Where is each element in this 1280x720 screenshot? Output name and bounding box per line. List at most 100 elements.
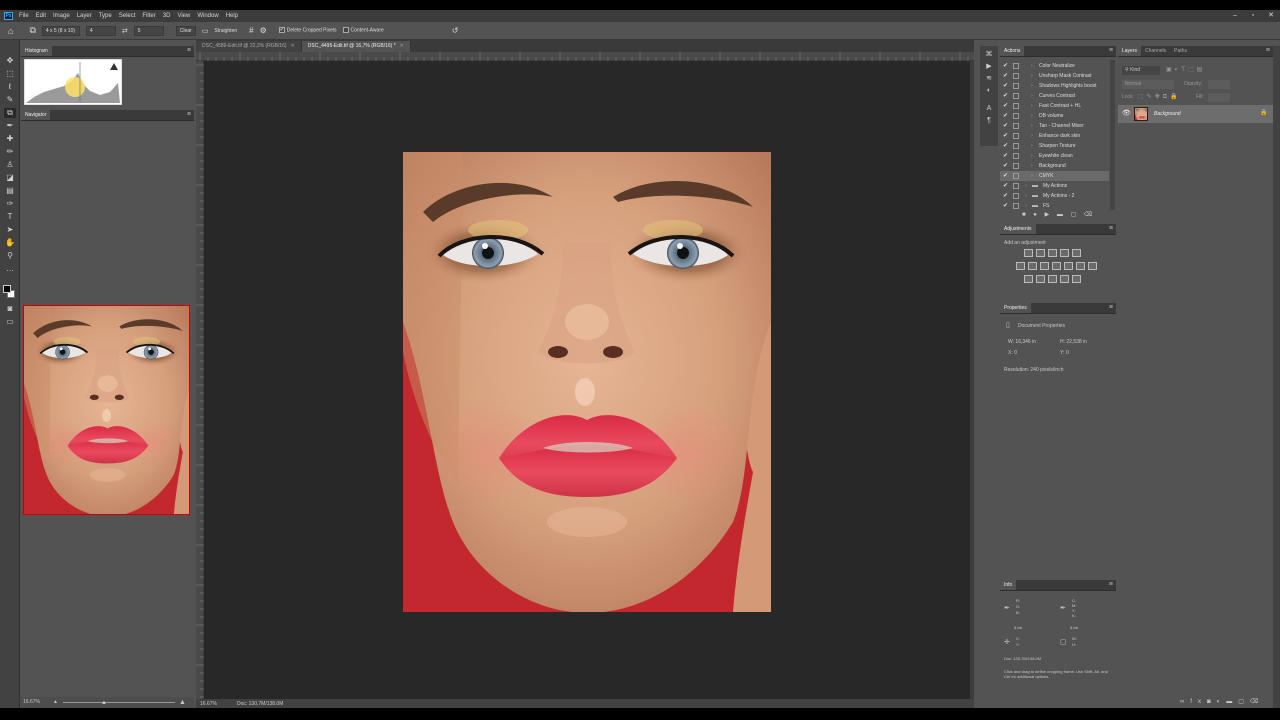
brush-tool-icon[interactable]: ✏ [4, 147, 16, 157]
action-item[interactable]: ✔ › CMYK [1000, 171, 1109, 181]
paragraph-icon[interactable]: ¶ [984, 116, 994, 126]
close-icon[interactable]: ✕ [400, 43, 404, 49]
zoom-out-icon[interactable]: ▲ [53, 697, 58, 708]
tab-paths[interactable]: Paths [1170, 46, 1191, 56]
expand-arrow-icon[interactable]: › [1025, 181, 1027, 191]
folder-icon[interactable]: ▬ [1057, 212, 1063, 218]
layer-filter-icons[interactable]: ▣◐T⬚▤ [1166, 66, 1205, 73]
maximize-icon[interactable]: ▫ [1246, 10, 1260, 22]
tab-properties[interactable]: Properties [1000, 303, 1031, 313]
dialog-toggle-icon[interactable] [1013, 123, 1019, 129]
trash-icon[interactable]: ⌫ [1250, 699, 1264, 705]
ratio-select[interactable]: 4 x 5 (8 x 10) [41, 25, 80, 36]
tab-layers[interactable]: Layers [1118, 46, 1142, 56]
tab-navigator[interactable]: Navigator [21, 110, 51, 120]
move-tool-icon[interactable]: ✥ [4, 56, 16, 66]
expand-arrow-icon[interactable]: › [1031, 131, 1033, 141]
tab-info[interactable]: Info [1000, 580, 1017, 590]
stop-icon[interactable]: ■ [1022, 212, 1026, 218]
checkmark-icon[interactable]: ✔ [1003, 181, 1008, 191]
checkmark-icon[interactable]: ✔ [1003, 111, 1008, 121]
status-zoom[interactable]: 16.67% [200, 701, 217, 707]
checkmark-icon[interactable]: ✔ [1003, 161, 1008, 171]
quick-mask-icon[interactable]: ◙ [4, 304, 16, 314]
menu-file[interactable]: File [19, 13, 29, 19]
panel-menu-icon[interactable]: ≡ [187, 47, 191, 55]
stamp-tool-icon[interactable]: ♙ [4, 160, 16, 170]
panel-menu-icon[interactable]: ≡ [1109, 47, 1113, 55]
new-layer-icon[interactable]: ▢ [1238, 699, 1250, 705]
dialog-toggle-icon[interactable] [1013, 163, 1019, 169]
menu-filter[interactable]: Filter [142, 13, 155, 19]
tab-channels[interactable]: Channels [1141, 46, 1170, 56]
checkmark-icon[interactable]: ✔ [1003, 101, 1008, 111]
expand-arrow-icon[interactable]: › [1031, 61, 1033, 71]
action-item[interactable]: ✔ › ▬ My Actions - 2 [1000, 191, 1109, 201]
dialog-toggle-icon[interactable] [1013, 203, 1019, 209]
layer-name[interactable]: Background [1154, 105, 1181, 123]
menu-help[interactable]: Help [226, 13, 238, 19]
fill-field[interactable] [1208, 93, 1230, 102]
play-icon[interactable]: ▶ [1045, 212, 1050, 218]
expand-arrow-icon[interactable]: › [1025, 191, 1027, 201]
dialog-toggle-icon[interactable] [1013, 173, 1019, 179]
eraser-tool-icon[interactable]: ◪ [4, 173, 16, 183]
document-canvas-image[interactable] [403, 152, 771, 612]
crop-tool-icon[interactable]: ⧉ [4, 108, 16, 118]
menu-3d[interactable]: 3D [163, 13, 171, 19]
tab-document-2[interactable]: DSC_4495-Edit.tif @ 16,7% (RGB/16) * ✕ [301, 41, 411, 52]
action-item[interactable]: ✔ › DB volume [1000, 111, 1109, 121]
zoom-slider-track[interactable] [63, 702, 175, 703]
ruler-vertical[interactable] [196, 61, 204, 699]
action-item[interactable]: ✔ › Background [1000, 161, 1109, 171]
dialog-toggle-icon[interactable] [1013, 133, 1019, 139]
menu-edit[interactable]: Edit [36, 13, 46, 19]
menu-window[interactable]: Window [197, 13, 218, 19]
dialog-toggle-icon[interactable] [1013, 183, 1019, 189]
color-balance-icon[interactable] [1028, 262, 1037, 270]
posterize-icon[interactable] [1036, 275, 1045, 283]
tab-actions[interactable]: Actions [1000, 46, 1025, 56]
action-item[interactable]: ✔ › Eyewhite clean [1000, 151, 1109, 161]
action-item[interactable]: ✔ › Shadows Highlights boost [1000, 81, 1109, 91]
mask-icon[interactable]: ◙ [1207, 699, 1217, 705]
checkmark-icon[interactable]: ✔ [1003, 61, 1008, 71]
navigator-zoom[interactable]: 16.67% [23, 699, 40, 705]
panel-menu-icon[interactable]: ≡ [1266, 47, 1270, 55]
black-white-icon[interactable] [1040, 262, 1049, 270]
expand-arrow-icon[interactable]: › [1031, 151, 1033, 161]
ruler-horizontal[interactable] [196, 52, 974, 61]
exposure-icon[interactable] [1060, 249, 1069, 257]
color-lookup-icon[interactable] [1076, 262, 1085, 270]
expand-arrow-icon[interactable]: › [1031, 111, 1033, 121]
adjust-icon[interactable]: ◐ [984, 86, 994, 96]
record-icon[interactable]: ● [1033, 212, 1037, 218]
photo-filter-icon[interactable] [1052, 262, 1061, 270]
menu-select[interactable]: Select [119, 13, 136, 19]
expand-arrow-icon[interactable]: › [1031, 161, 1033, 171]
dialog-toggle-icon[interactable] [1013, 113, 1019, 119]
dialog-toggle-icon[interactable] [1013, 63, 1019, 69]
menu-view[interactable]: View [177, 13, 190, 19]
checkmark-icon[interactable]: ✔ [1003, 141, 1008, 151]
action-item[interactable]: ✔ › Unsharp Mask Contrast [1000, 71, 1109, 81]
character-icon[interactable]: A [984, 104, 994, 114]
content-aware-checkbox[interactable]: Content-Aware [342, 27, 384, 34]
tab-adjustments[interactable]: Adjustments [1000, 224, 1036, 234]
threshold-icon[interactable] [1048, 275, 1057, 283]
checkmark-icon[interactable]: ✔ [1003, 121, 1008, 131]
swap-icon[interactable]: ⇄ [122, 27, 128, 35]
panel-menu-icon[interactable]: ≡ [1109, 304, 1113, 312]
checkmark-icon[interactable]: ✔ [1003, 171, 1008, 181]
overlay-grid-icon[interactable]: # [249, 26, 253, 35]
home-icon[interactable]: ⌂ [8, 26, 13, 36]
action-item[interactable]: ✔ › Fast Contrast + HL [1000, 101, 1109, 111]
tab-histogram[interactable]: Histogram [21, 46, 52, 56]
dialog-toggle-icon[interactable] [1013, 103, 1019, 109]
blend-mode-select[interactable]: Normal [1122, 80, 1174, 89]
checkmark-icon[interactable]: ✔ [1003, 151, 1008, 161]
canvas-scrollbar[interactable] [970, 61, 974, 699]
expand-arrow-icon[interactable]: › [1031, 121, 1033, 131]
zoom-in-icon[interactable]: ▲ [179, 697, 186, 708]
action-item[interactable]: ✔ › Color Neutralize [1000, 61, 1109, 71]
